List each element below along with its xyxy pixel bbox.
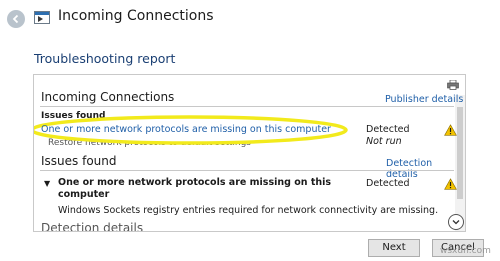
resolution-step-text: Restore network protocols to default set…	[48, 138, 251, 148]
section-divider	[40, 170, 454, 171]
chevron-down-icon	[452, 220, 460, 225]
network-troubleshooter-icon	[34, 11, 50, 24]
section-divider	[40, 106, 454, 107]
scroll-down-button[interactable]	[448, 214, 464, 230]
warning-icon	[444, 178, 457, 190]
title-bar: Incoming Connections	[0, 0, 500, 44]
next-button[interactable]: Next	[368, 239, 420, 257]
back-button[interactable]	[7, 10, 25, 28]
chevron-down-icon[interactable]: ▼	[44, 179, 50, 188]
page-subheading: Troubleshooting report	[34, 51, 176, 66]
back-arrow-icon	[12, 14, 19, 24]
watermark: wsxdn.com	[440, 246, 491, 256]
issue-link[interactable]: One or more network protocols are missin…	[41, 124, 331, 135]
issues-found-label: Issues found	[41, 111, 106, 121]
issue-status: Detected	[366, 124, 410, 135]
section-incoming-connections-title: Incoming Connections	[41, 90, 175, 104]
warning-icon	[444, 124, 457, 136]
issue-description: Windows Sockets registry entries require…	[58, 205, 439, 216]
section-issues-found-title: Issues found	[41, 154, 117, 168]
scrollbar-thumb[interactable]	[457, 107, 463, 199]
printer-icon[interactable]	[447, 80, 459, 90]
report-panel: Incoming Connections Publisher details I…	[33, 74, 466, 232]
detection-details-link[interactable]: Detection details	[386, 158, 465, 180]
resolution-status: Not run	[366, 136, 402, 147]
publisher-details-link[interactable]: Publisher details	[385, 94, 463, 105]
section-detection-details-title: Detection details	[41, 221, 144, 232]
window-title: Incoming Connections	[58, 8, 214, 24]
issue-title: One or more network protocols are missin…	[58, 177, 332, 200]
issue-status: Detected	[366, 178, 410, 189]
